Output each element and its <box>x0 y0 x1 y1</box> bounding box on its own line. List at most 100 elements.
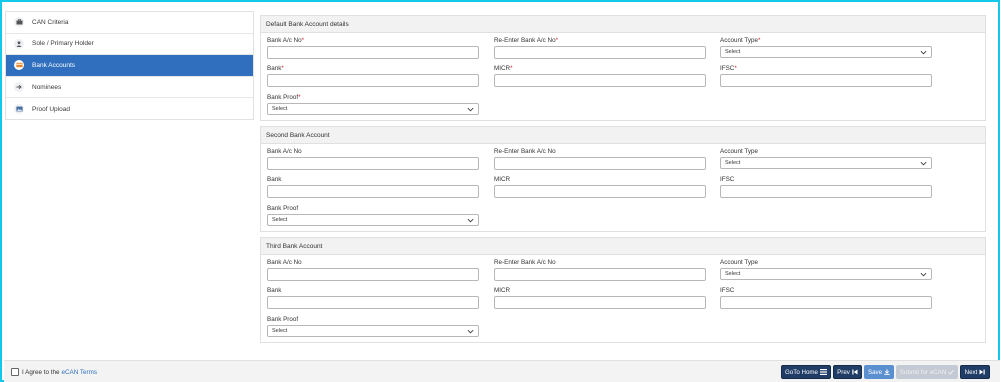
account-type-field: Account Type Select <box>720 148 932 169</box>
agree-checkbox[interactable] <box>11 368 19 376</box>
field-label: Bank A/c No <box>267 259 302 266</box>
bank-card-icon <box>14 60 24 71</box>
micr-field: MICR* <box>494 65 706 87</box>
bank-ac-no-input[interactable] <box>267 46 479 59</box>
chevron-down-icon <box>467 218 474 222</box>
reenter-bank-ac-no-field: Re-Enter Bank A/c No* <box>494 37 706 59</box>
ifsc-input[interactable] <box>720 74 932 87</box>
reenter-bank-ac-no-input[interactable] <box>494 268 706 281</box>
ifsc-field: IFSC* <box>720 65 932 87</box>
section-title: Default Bank Account details <box>261 16 985 33</box>
bank-field: Bank <box>267 287 479 309</box>
bank-ac-no-input[interactable] <box>267 157 479 170</box>
select-value: Select <box>272 328 288 334</box>
chevron-down-icon <box>920 272 927 276</box>
list-icon <box>820 369 827 375</box>
button-label: Submit for eCAN <box>899 368 947 376</box>
user-icon <box>14 38 24 49</box>
required-mark: * <box>301 37 305 44</box>
account-type-select[interactable]: Select <box>720 46 932 58</box>
field-label: MICR <box>494 176 511 183</box>
prev-button[interactable]: Prev <box>833 365 862 379</box>
button-label: Prev <box>837 368 850 376</box>
bank-proof-field: Bank Proof Select <box>267 205 479 226</box>
ifsc-input[interactable] <box>720 185 932 198</box>
required-mark: * <box>510 65 513 72</box>
bank-field: Bank <box>267 176 479 198</box>
account-type-select[interactable]: Select <box>720 268 932 280</box>
field-label: Bank A/c No <box>267 37 302 44</box>
field-label: Bank <box>267 65 282 72</box>
bank-field: Bank* <box>267 65 479 87</box>
terms-link[interactable]: eCAN Terms <box>61 369 97 376</box>
select-value: Select <box>272 217 288 223</box>
step-forward-icon <box>979 369 986 375</box>
bank-proof-field: Bank Proof Select <box>267 316 479 337</box>
agree-text: I Agree to the <box>22 368 60 376</box>
field-label: Bank <box>267 287 282 294</box>
sidebar-item-proof-upload[interactable]: Proof Upload <box>6 98 253 120</box>
bank-ac-no-field: Bank A/c No* <box>267 37 479 59</box>
account-type-field: Account Type* Select <box>720 37 932 58</box>
required-mark: * <box>734 65 737 72</box>
reenter-bank-ac-no-field: Re-Enter Bank A/c No <box>494 148 706 170</box>
bank-input[interactable] <box>267 185 479 198</box>
chevron-down-icon <box>467 107 474 111</box>
micr-field: MICR <box>494 287 706 309</box>
field-label: Re-Enter Bank A/c No <box>494 148 556 155</box>
third-bank-account-section: Third Bank Account Bank A/c No Re-Enter … <box>260 237 986 343</box>
required-mark: * <box>758 37 761 44</box>
ifsc-input[interactable] <box>720 296 932 309</box>
field-label: Bank <box>267 176 282 183</box>
sidebar: CAN Criteria Sole / Primary Holder Bank … <box>5 11 254 120</box>
image-icon <box>14 104 24 115</box>
save-button[interactable]: Save <box>864 365 894 379</box>
micr-input[interactable] <box>494 185 706 198</box>
second-bank-account-section: Second Bank Account Bank A/c No Re-Enter… <box>260 126 986 232</box>
bank-proof-select[interactable]: Select <box>267 214 479 226</box>
submit-for-ecan-button[interactable]: Submit for eCAN <box>896 365 958 379</box>
bank-input[interactable] <box>267 74 479 87</box>
agree-terms: I Agree to the eCAN Terms <box>11 368 97 376</box>
goto-home-button[interactable]: GoTo Home <box>781 365 831 379</box>
required-mark: * <box>555 37 559 44</box>
reenter-bank-ac-no-input[interactable] <box>494 46 706 59</box>
field-label: Bank Proof <box>267 316 299 323</box>
button-label: Save <box>867 368 883 376</box>
sidebar-item-primary-holder[interactable]: Sole / Primary Holder <box>6 34 253 56</box>
chevron-down-icon <box>920 50 927 54</box>
sidebar-item-label: Nominees <box>32 83 62 91</box>
select-value: Select <box>272 106 288 112</box>
download-icon <box>884 369 890 375</box>
bank-input[interactable] <box>267 296 479 309</box>
field-label: Account Type <box>720 148 759 155</box>
next-button[interactable]: Next <box>960 365 990 379</box>
micr-input[interactable] <box>494 296 706 309</box>
sidebar-item-nominees[interactable]: Nominees <box>6 77 253 99</box>
sidebar-item-label: Bank Accounts <box>32 61 75 69</box>
field-label: Bank Proof <box>267 94 299 101</box>
sidebar-item-bank-accounts[interactable]: Bank Accounts <box>6 55 253 77</box>
account-type-field: Account Type Select <box>720 259 932 280</box>
bank-proof-select[interactable]: Select <box>267 103 479 115</box>
ifsc-field: IFSC <box>720 176 932 198</box>
micr-field: MICR <box>494 176 706 198</box>
sidebar-item-can-criteria[interactable]: CAN Criteria <box>6 12 253 34</box>
sidebar-item-label: Sole / Primary Holder <box>32 40 94 48</box>
select-value: Select <box>725 49 741 55</box>
check-icon <box>948 369 954 375</box>
select-value: Select <box>725 271 741 277</box>
section-title: Third Bank Account <box>261 238 985 255</box>
bank-proof-select[interactable]: Select <box>267 325 479 337</box>
micr-input[interactable] <box>494 74 706 87</box>
bank-proof-field: Bank Proof* Select <box>267 94 479 115</box>
field-label: MICR <box>494 287 511 294</box>
bank-ac-no-field: Bank A/c No <box>267 148 479 170</box>
bank-ac-no-input[interactable] <box>267 268 479 281</box>
field-label: MICR <box>494 65 511 72</box>
account-type-select[interactable]: Select <box>720 157 932 169</box>
briefcase-icon <box>14 17 24 28</box>
reenter-bank-ac-no-input[interactable] <box>494 157 706 170</box>
chevron-down-icon <box>920 161 927 165</box>
footer-bar: I Agree to the eCAN Terms GoTo Home Prev… <box>4 360 1000 382</box>
